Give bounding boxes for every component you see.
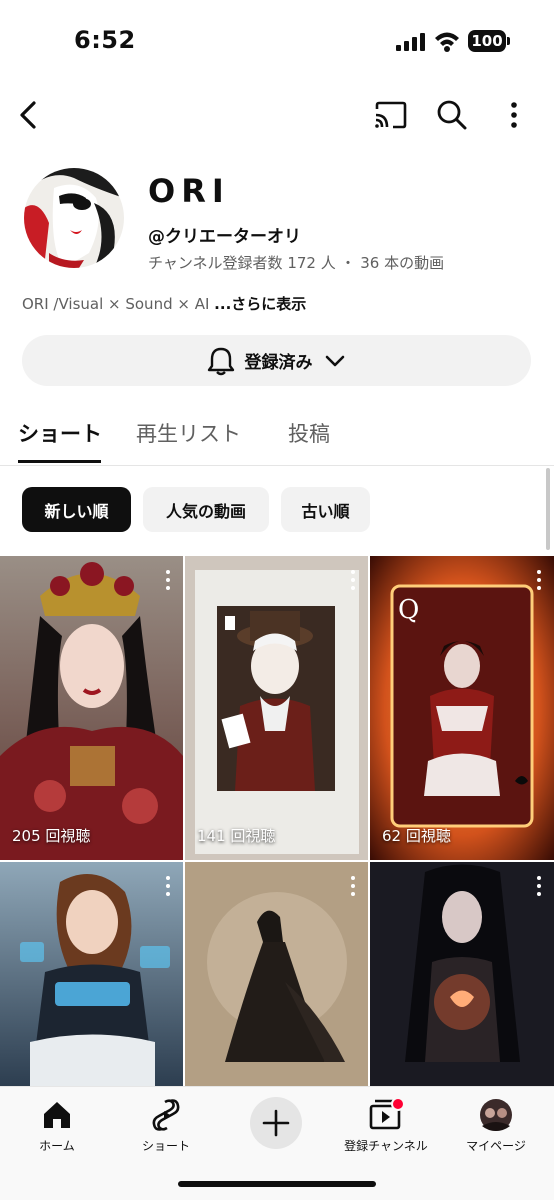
create-button[interactable] [250,1097,302,1149]
home-icon [44,1102,70,1128]
short-tile[interactable]: 205 回視聴 [0,556,183,860]
nav-subscriptions-label: 登録チャンネル [344,1139,428,1153]
more-vert-icon[interactable] [536,876,542,896]
nav-you[interactable]: マイページ [446,1095,546,1154]
view-count: 62 回視聴 [382,827,451,845]
back-button[interactable] [8,90,48,140]
cast-button[interactable] [370,90,410,140]
active-tab-indicator [18,460,101,463]
show-more-link[interactable]: ...さらに表示 [214,295,306,313]
channel-name: ORI [148,172,230,210]
chip-popular[interactable]: 人気の動画 [143,487,269,532]
short-thumbnail [0,556,183,860]
more-options-button[interactable] [494,90,534,140]
more-vert-icon[interactable] [350,876,356,896]
status-bar: 6:52 100 [0,0,554,80]
short-tile[interactable] [370,862,554,1086]
nav-shorts[interactable]: ショート [116,1095,216,1154]
battery-indicator: 100 [468,30,510,52]
top-nav [0,90,554,140]
view-count: 141 回視聴 [197,827,276,845]
channel-stats: チャンネル登録者数 172 人 ・ 36 本の動画 [148,254,445,272]
search-icon [437,100,467,130]
shorts-icon [152,1099,180,1131]
more-vert-icon [511,102,517,128]
nav-subscriptions[interactable]: 登録チャンネル [336,1095,436,1154]
nav-you-label: マイページ [466,1139,526,1153]
short-thumbnail: Q [370,556,554,860]
tab-posts[interactable]: 投稿 [288,418,330,448]
tab-shorts[interactable]: ショート [18,418,102,448]
more-vert-icon[interactable] [536,570,542,590]
short-tile[interactable] [185,862,368,1086]
subscriptions-icon [369,1098,404,1130]
search-button[interactable] [432,90,472,140]
short-tile[interactable]: Q 62 回視聴 [370,556,554,860]
chevron-down-icon [325,355,344,366]
bell-icon [207,347,234,375]
nav-home-label: ホーム [39,1139,75,1153]
back-arrow-icon [20,101,36,129]
description-text: ORI /Visual × Sound × AI [22,295,210,313]
scrollbar[interactable] [546,468,550,550]
nav-home[interactable]: ホーム [7,1095,107,1154]
channel-avatar[interactable] [24,168,124,268]
battery-level: 100 [468,30,506,52]
cellular-signal-icon [396,33,425,51]
channel-avatar-image [24,168,124,268]
channel-description[interactable]: ORI /Visual × Sound × AI ...さらに表示 [22,293,306,314]
channel-handle: @クリエーターオリ [148,227,301,247]
short-thumbnail [185,862,368,1086]
subscribed-button[interactable]: 登録済み [22,335,531,386]
short-thumbnail [185,556,368,860]
view-count: 205 回視聴 [12,827,91,845]
cast-icon [375,101,407,129]
wifi-icon [435,32,459,52]
short-tile[interactable] [0,862,183,1086]
svg-text:Q: Q [398,595,419,625]
subscribed-label: 登録済み [244,353,313,373]
create-icon [262,1109,290,1137]
tab-playlists[interactable]: 再生リスト [136,418,241,448]
short-thumbnail [370,862,554,1086]
battery-tip [507,37,510,45]
more-vert-icon[interactable] [165,876,171,896]
short-tile[interactable]: 141 回視聴 [185,556,368,860]
notification-dot [391,1098,404,1111]
account-avatar [480,1099,512,1131]
more-vert-icon[interactable] [350,570,356,590]
more-vert-icon[interactable] [165,570,171,590]
nav-shorts-label: ショート [141,1139,190,1153]
home-indicator [178,1181,376,1187]
chip-oldest[interactable]: 古い順 [281,487,370,532]
short-thumbnail [0,862,183,1086]
chip-newest[interactable]: 新しい順 [22,487,131,532]
status-time: 6:52 [74,26,136,54]
channel-tabs: ショート 再生リスト 投稿 [0,400,554,466]
